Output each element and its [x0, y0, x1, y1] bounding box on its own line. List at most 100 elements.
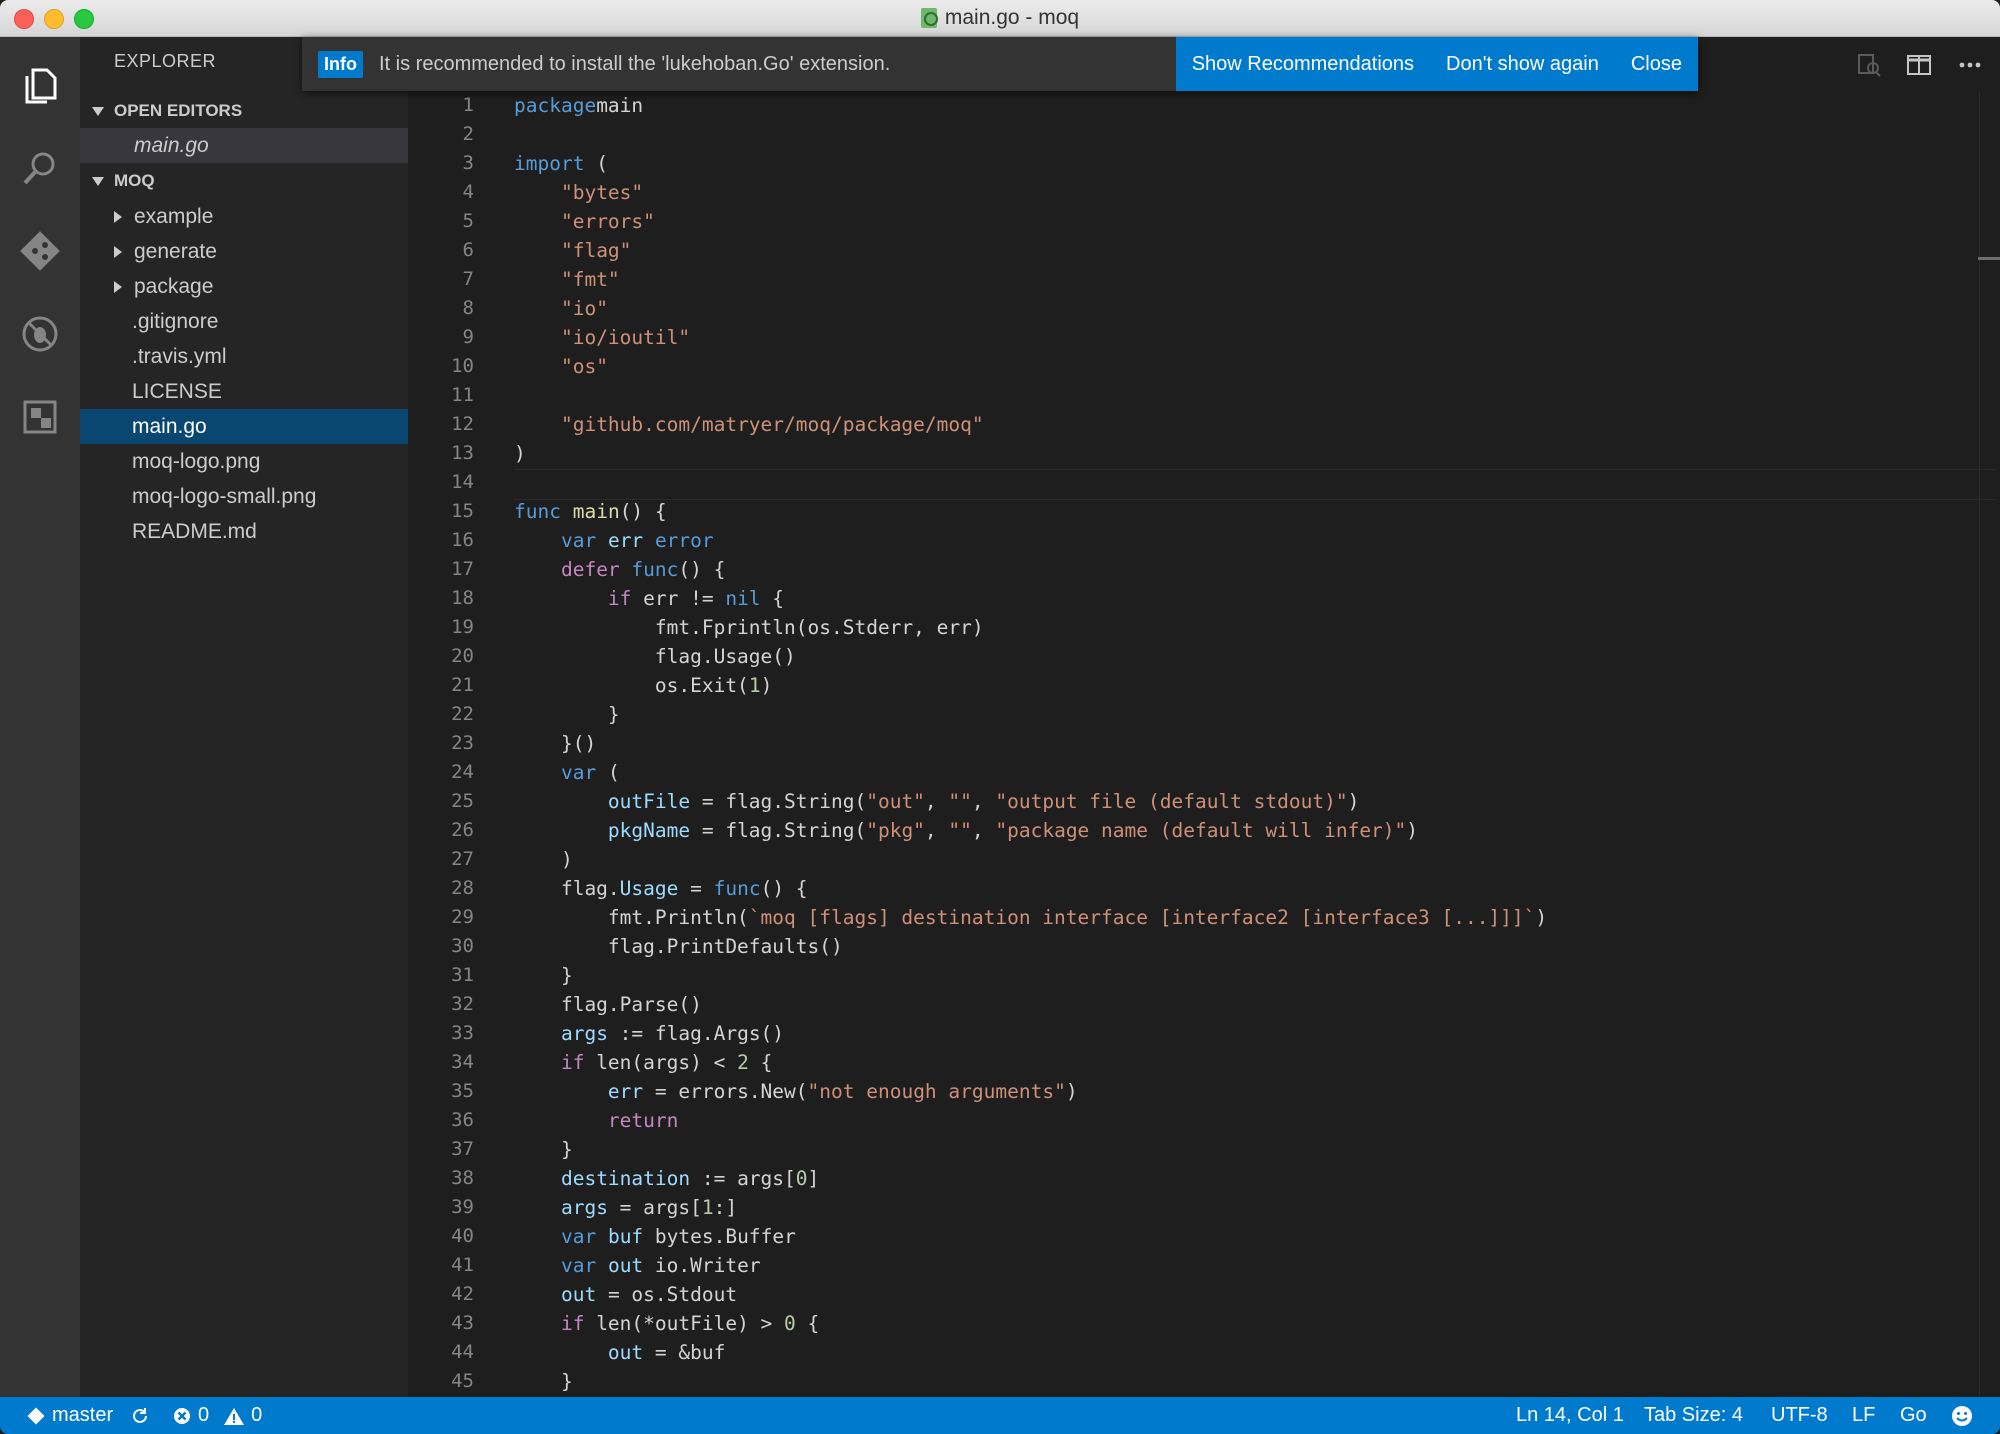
more-actions-button[interactable]	[1955, 50, 1985, 80]
debug-activity-button[interactable]	[0, 294, 80, 374]
code-line[interactable]: out = &buf	[514, 1338, 725, 1367]
code-line[interactable]: args := flag.Args()	[514, 1019, 784, 1048]
code-line[interactable]: "io"	[514, 294, 608, 323]
code-line[interactable]: flag.Usage = func() {	[514, 874, 808, 903]
code-line[interactable]: )	[514, 439, 526, 468]
file-item-moq-logo[interactable]: moq-logo.png	[80, 444, 408, 479]
folder-label: example	[134, 204, 214, 228]
code-token: err	[607, 529, 644, 552]
code-line[interactable]: flag.PrintDefaults()	[514, 932, 843, 961]
code-token: io.Writer	[643, 1254, 761, 1277]
split-editor-button[interactable]	[1904, 50, 1934, 80]
tab-size[interactable]: Tab Size: 4	[1644, 1397, 1743, 1434]
code-line[interactable]: return	[514, 1106, 678, 1135]
code-line[interactable]: destination := args[0]	[514, 1164, 819, 1193]
code-line[interactable]: )	[514, 845, 573, 874]
file-item-travis[interactable]: .travis.yml	[80, 339, 408, 374]
code-line[interactable]: if len(args) < 2 {	[514, 1048, 772, 1077]
code-line[interactable]: out = os.Stdout	[514, 1280, 737, 1309]
project-section[interactable]: MOQ	[80, 164, 408, 198]
code-token: if	[607, 587, 632, 610]
search-activity-button[interactable]	[0, 128, 80, 208]
file-label: moq-logo.png	[132, 449, 261, 473]
code-line[interactable]: err = errors.New("not enough arguments")	[514, 1077, 1078, 1106]
line-number: 15	[451, 500, 474, 522]
line-number: 26	[451, 819, 474, 841]
line-number: 39	[451, 1196, 474, 1218]
code-editor[interactable]: 1 2 3 4 5 6 7 8 9 10 11 12 13 14 15 16 17 18 19 20 21 22 23 24 2…	[408, 91, 2000, 1397]
sync-button[interactable]	[130, 1397, 150, 1434]
code-line[interactable]: var (	[514, 758, 620, 787]
file-encoding[interactable]: UTF-8	[1771, 1397, 1828, 1434]
code-line[interactable]: flag.Usage()	[514, 642, 796, 671]
scrollbar-track[interactable]	[1979, 91, 1980, 1397]
feedback-button[interactable]	[1950, 1397, 1974, 1434]
code-line[interactable]: if len(*outFile) > 0 {	[514, 1309, 819, 1338]
source-control-activity-button[interactable]	[0, 211, 80, 291]
code-line[interactable]: fmt.Fprintln(os.Stderr, err)	[514, 613, 984, 642]
language-mode[interactable]: Go	[1900, 1397, 1927, 1434]
end-of-line[interactable]: LF	[1852, 1397, 1875, 1434]
code-line[interactable]: packagemain	[514, 91, 643, 120]
explorer-sidebar: EXPLORER OPEN EDITORS main.go MOQ exampl…	[80, 37, 408, 1397]
line-number: 42	[451, 1283, 474, 1305]
code-line[interactable]: var err error	[514, 526, 714, 555]
code-line[interactable]: if err != nil {	[514, 584, 784, 613]
code-line[interactable]: "os"	[514, 352, 608, 381]
code-token: )	[514, 442, 526, 465]
folder-item-generate[interactable]: generate	[80, 234, 408, 269]
code-token: = os.Stdout	[596, 1283, 738, 1306]
cursor-position[interactable]: Ln 14, Col 1	[1516, 1397, 1624, 1434]
code-line[interactable]: "flag"	[514, 236, 631, 265]
file-item-readme[interactable]: README.md	[80, 514, 408, 549]
sync-icon	[133, 1407, 147, 1423]
code-line[interactable]: args = args[1:]	[514, 1193, 737, 1222]
code-line[interactable]: outFile = flag.String("out", "", "output…	[514, 787, 1359, 816]
code-line[interactable]: "io/ioutil"	[514, 323, 690, 352]
code-line[interactable]: }	[514, 961, 573, 990]
folder-item-example[interactable]: example	[80, 199, 408, 234]
git-branch-item[interactable]: master	[26, 1397, 113, 1434]
line-number: 19	[451, 616, 474, 638]
close-notification-button[interactable]: Close	[1631, 53, 1682, 76]
code-line[interactable]: var buf bytes.Buffer	[514, 1222, 796, 1251]
code-line[interactable]: }()	[514, 729, 596, 758]
code-line[interactable]: flag.Parse()	[514, 990, 702, 1019]
problems-item[interactable]: 0 0	[172, 1397, 262, 1434]
code-line[interactable]: }	[514, 700, 620, 729]
file-item-main-go[interactable]: main.go	[80, 409, 408, 444]
code-line[interactable]: var out io.Writer	[514, 1251, 761, 1280]
code-line[interactable]: "github.com/matryer/moq/package/moq"	[514, 410, 984, 439]
folder-label: generate	[134, 239, 217, 263]
extensions-activity-button[interactable]	[0, 377, 80, 457]
show-recommendations-button[interactable]: Show Recommendations	[1192, 53, 1414, 76]
code-line[interactable]: "bytes"	[514, 178, 643, 207]
code-line[interactable]: "fmt"	[514, 265, 620, 294]
code-token: "not enough arguments"	[807, 1080, 1066, 1103]
code-line[interactable]: fmt.Println(`moq [flags] destination int…	[514, 903, 1547, 932]
open-changes-button[interactable]	[1854, 50, 1884, 80]
code-line[interactable]: "errors"	[514, 207, 655, 236]
file-item-moq-logo-small[interactable]: moq-logo-small.png	[80, 479, 408, 514]
code-line[interactable]: func main() {	[514, 497, 667, 526]
explorer-activity-button[interactable]	[0, 45, 80, 125]
code-line[interactable]: }	[514, 1367, 573, 1396]
debug-icon	[22, 316, 58, 352]
code-line[interactable]: os.Exit(1)	[514, 671, 772, 700]
file-item-license[interactable]: LICENSE	[80, 374, 408, 409]
code-line[interactable]: import (	[514, 149, 608, 178]
open-editors-section[interactable]: OPEN EDITORS	[80, 94, 408, 128]
search-icon	[23, 152, 55, 185]
dont-show-again-button[interactable]: Don't show again	[1446, 53, 1599, 76]
open-editor-item[interactable]: main.go	[80, 128, 408, 163]
code-line[interactable]: }	[514, 1135, 573, 1164]
line-number: 40	[451, 1225, 474, 1247]
file-item-gitignore[interactable]: .gitignore	[80, 304, 408, 339]
folder-item-package[interactable]: package	[80, 269, 408, 304]
code-token: func	[631, 558, 679, 581]
code-token: flag.	[514, 877, 620, 900]
code-line[interactable]: pkgName = flag.String("pkg", "", "packag…	[514, 816, 1418, 845]
code-line[interactable]: defer func() {	[514, 555, 725, 584]
